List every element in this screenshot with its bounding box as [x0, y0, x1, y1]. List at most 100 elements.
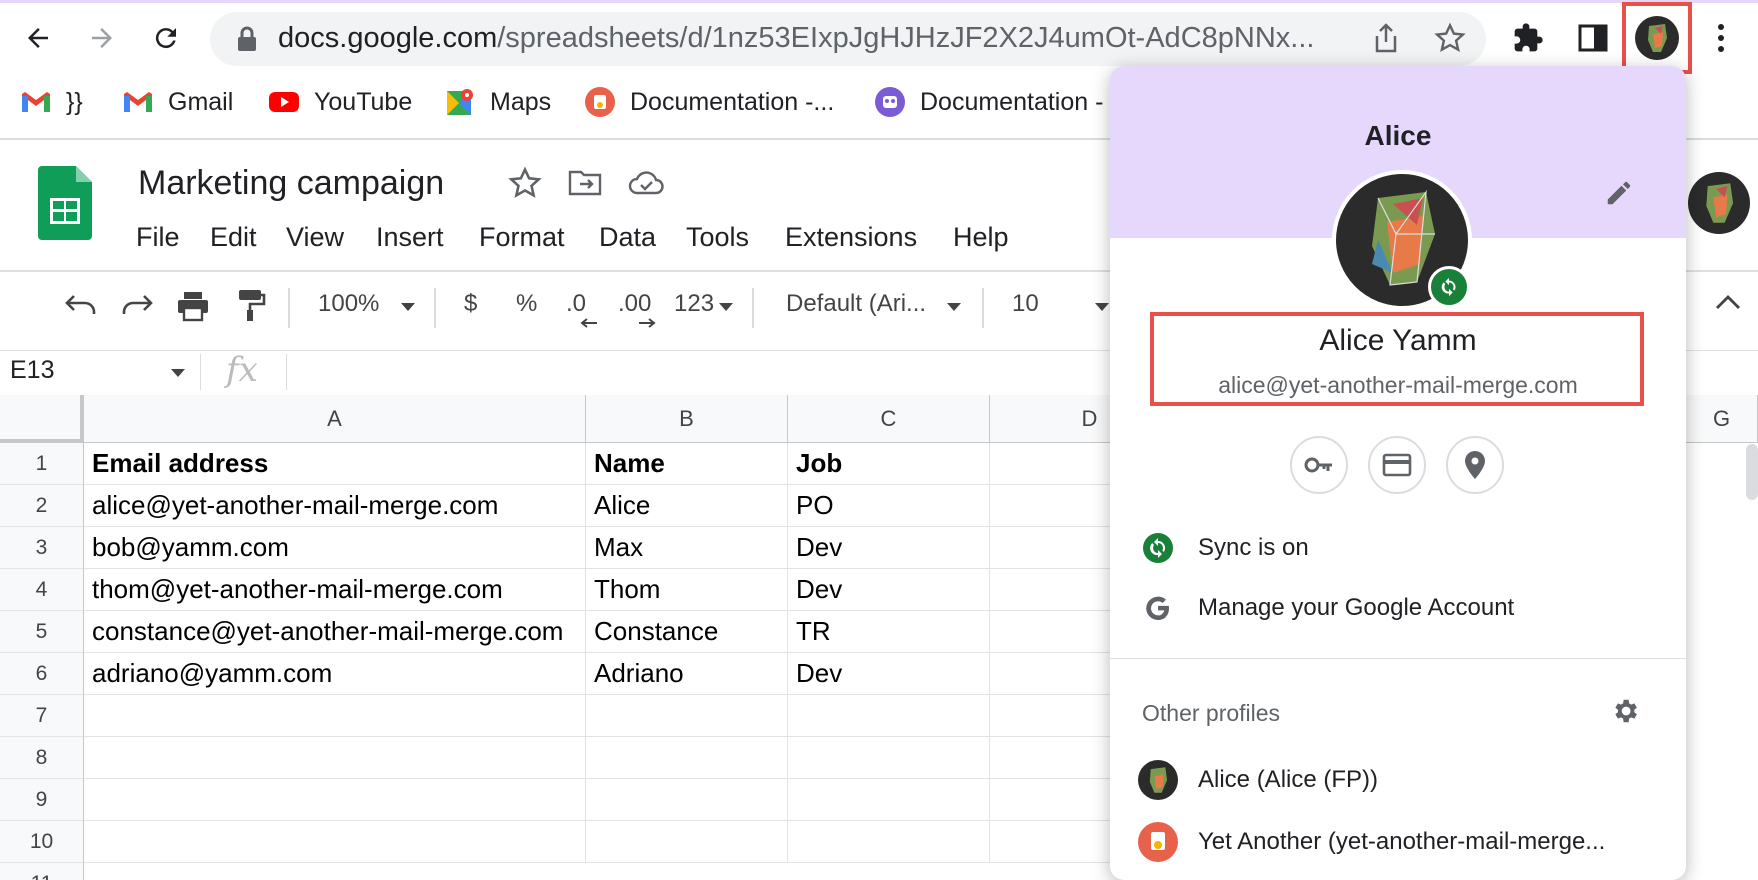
bookmark-item[interactable]: Maps — [444, 84, 551, 120]
cell-empty[interactable] — [84, 779, 586, 821]
cell-empty[interactable] — [84, 821, 586, 863]
more-menu-icon[interactable] — [1716, 22, 1726, 54]
cell-empty[interactable] — [586, 779, 788, 821]
sync-status-row[interactable]: Sync is on — [1110, 520, 1686, 576]
cell-b3[interactable]: Max — [586, 527, 788, 569]
decrease-decimal-button[interactable]: .0 — [566, 290, 597, 328]
bookmark-star-icon[interactable] — [1434, 22, 1466, 54]
cell-b1[interactable]: Name — [586, 443, 788, 485]
cell-b2[interactable]: Alice — [586, 485, 788, 527]
column-header-c[interactable]: C — [788, 395, 990, 443]
other-profile-item[interactable]: Yet Another (yet-another-mail-merge... — [1110, 814, 1686, 870]
select-all-corner[interactable] — [0, 395, 84, 443]
extensions-puzzle-icon[interactable] — [1512, 22, 1544, 54]
payment-methods-button[interactable] — [1368, 436, 1426, 494]
cell-b5[interactable]: Constance — [586, 611, 788, 653]
document-title[interactable]: Marketing campaign — [138, 164, 444, 203]
zoom-dropdown-icon[interactable] — [400, 302, 416, 312]
menu-view[interactable]: View — [286, 222, 344, 253]
percent-format-button[interactable]: % — [516, 290, 537, 318]
manage-account-row[interactable]: Manage your Google Account — [1110, 580, 1686, 636]
row-header[interactable]: 8 — [0, 737, 84, 779]
menu-format[interactable]: Format — [479, 222, 565, 253]
cell-empty[interactable] — [84, 695, 586, 737]
menu-file[interactable]: File — [136, 222, 180, 253]
more-formats-button[interactable]: 123 — [674, 290, 714, 318]
bookmark-item[interactable]: Documentation - — [874, 84, 1103, 120]
url-text[interactable]: docs.google.com/spreadsheets/d/1nz53EIxp… — [278, 22, 1314, 55]
column-header-b[interactable]: B — [586, 395, 788, 443]
cell-a3[interactable]: bob@yamm.com — [84, 527, 586, 569]
bookmark-item[interactable]: Documentation -... — [584, 84, 834, 120]
cell-c1[interactable]: Job — [788, 443, 990, 485]
zoom-select[interactable]: 100% — [318, 290, 379, 318]
menu-data[interactable]: Data — [599, 222, 656, 253]
row-header[interactable]: 4 — [0, 569, 84, 611]
cell-empty[interactable] — [586, 695, 788, 737]
cell-empty[interactable] — [788, 737, 990, 779]
back-button[interactable] — [16, 16, 60, 60]
cell-b6[interactable]: Adriano — [586, 653, 788, 695]
row-header[interactable]: 7 — [0, 695, 84, 737]
name-box-dropdown-icon[interactable] — [170, 368, 186, 378]
cell-c2[interactable]: PO — [788, 485, 990, 527]
cell-empty[interactable] — [84, 737, 586, 779]
cell-a4[interactable]: thom@yet-another-mail-merge.com — [84, 569, 586, 611]
profile-avatar-button[interactable] — [1635, 16, 1679, 60]
bookmark-item[interactable]: Gmail — [122, 84, 233, 120]
column-header-g[interactable]: G — [1686, 395, 1758, 443]
undo-icon[interactable] — [64, 292, 98, 318]
side-panel-icon[interactable] — [1578, 24, 1608, 52]
name-box[interactable]: E13 — [10, 356, 54, 385]
cell-c6[interactable]: Dev — [788, 653, 990, 695]
menu-insert[interactable]: Insert — [376, 222, 444, 253]
row-header[interactable]: 3 — [0, 527, 84, 569]
cell-empty[interactable] — [788, 779, 990, 821]
row-header[interactable]: 5 — [0, 611, 84, 653]
row-header[interactable]: 9 — [0, 779, 84, 821]
sheets-logo-icon[interactable] — [38, 166, 92, 240]
share-icon[interactable] — [1372, 22, 1400, 54]
increase-decimal-button[interactable]: .00 — [618, 290, 656, 328]
chevron-up-icon[interactable] — [1715, 294, 1741, 310]
addresses-button[interactable] — [1446, 436, 1504, 494]
menu-tools[interactable]: Tools — [686, 222, 749, 253]
cell-empty[interactable] — [788, 695, 990, 737]
font-size-select[interactable]: 10 — [1012, 290, 1039, 318]
reload-button[interactable] — [144, 16, 188, 60]
column-header-a[interactable]: A — [84, 395, 586, 443]
cell-b4[interactable]: Thom — [586, 569, 788, 611]
manage-profiles-gear-icon[interactable] — [1610, 696, 1640, 726]
move-folder-icon[interactable] — [568, 168, 602, 196]
menu-edit[interactable]: Edit — [210, 222, 257, 253]
forward-button[interactable] — [80, 16, 124, 60]
vertical-scrollbar[interactable] — [1746, 444, 1758, 500]
cell-c3[interactable]: Dev — [788, 527, 990, 569]
cell-a5[interactable]: constance@yet-another-mail-merge.com — [84, 611, 586, 653]
formula-input[interactable] — [290, 354, 1110, 390]
redo-icon[interactable] — [120, 292, 154, 318]
menu-help[interactable]: Help — [953, 222, 1009, 253]
cell-a1[interactable]: Email address — [84, 443, 586, 485]
bookmark-item[interactable]: }} — [20, 84, 83, 120]
star-icon[interactable] — [508, 166, 542, 200]
cell-empty[interactable] — [586, 821, 788, 863]
formats-dropdown-icon[interactable] — [718, 302, 734, 312]
row-header[interactable]: 6 — [0, 653, 84, 695]
menu-extensions[interactable]: Extensions — [785, 222, 917, 253]
cell-empty[interactable] — [788, 821, 990, 863]
font-select[interactable]: Default (Ari... — [786, 290, 926, 318]
cell-c5[interactable]: TR — [788, 611, 990, 653]
font-dropdown-icon[interactable] — [946, 302, 962, 312]
bookmark-item[interactable]: YouTube — [268, 84, 412, 120]
account-avatar[interactable] — [1688, 172, 1750, 234]
row-header[interactable]: 11 — [0, 863, 84, 880]
edit-pencil-icon[interactable] — [1604, 178, 1634, 208]
cell-a6[interactable]: adriano@yamm.com — [84, 653, 586, 695]
row-header[interactable]: 1 — [0, 443, 84, 485]
cell-empty[interactable] — [586, 737, 788, 779]
row-header[interactable]: 10 — [0, 821, 84, 863]
row-header[interactable]: 2 — [0, 485, 84, 527]
paint-format-icon[interactable] — [236, 288, 266, 322]
print-icon[interactable] — [176, 290, 210, 322]
